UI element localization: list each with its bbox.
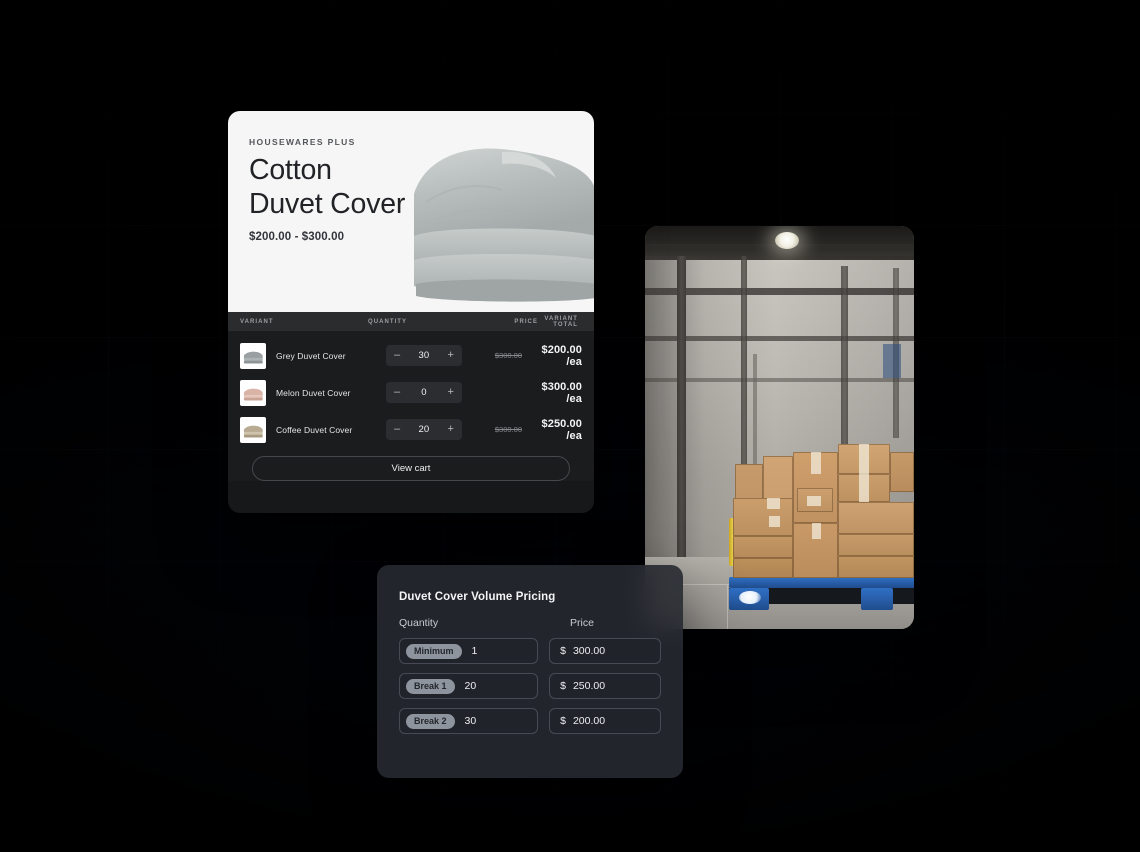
column-header-price: PRICE [514, 318, 538, 325]
price-field[interactable]: $ 200.00 [549, 708, 661, 734]
box-tape [767, 498, 780, 509]
currency-symbol: $ [560, 715, 566, 727]
increment-button[interactable]: + [448, 350, 454, 361]
increment-button[interactable]: + [448, 424, 454, 435]
product-card: HOUSEWARES PLUS Cotton Duvet Cover $200.… [228, 111, 594, 513]
price-value[interactable]: 300.00 [573, 645, 605, 657]
variant-table-header: VARIANT QUANTITY PRICE VARIANT TOTAL [228, 312, 594, 331]
duvet-thumbnail-icon [243, 351, 263, 363]
variant-thumbnail [240, 342, 266, 369]
volume-pricing-column-headers: Quantity Price [399, 617, 661, 629]
box [733, 558, 793, 578]
currency-symbol: $ [560, 680, 566, 692]
quantity-value[interactable]: 0 [421, 387, 426, 398]
variant-table-body: Grey Duvet Cover – 30 + $300.00 $200.00 … [228, 331, 594, 481]
product-title-line-2: Duvet Cover [249, 187, 406, 220]
volume-tier-row: Break 2 30 $ 200.00 [399, 708, 661, 734]
box-tape [769, 516, 780, 527]
quantity-field[interactable]: Break 1 20 [399, 673, 539, 699]
floor-seam-2 [727, 585, 728, 629]
tier-badge: Minimum [406, 643, 462, 659]
box-tape [859, 474, 869, 502]
variant-thumbnail [240, 379, 266, 406]
quantity-stepper[interactable]: – 20 + [386, 419, 462, 440]
box [838, 534, 914, 556]
currency-symbol: $ [560, 645, 566, 657]
compare-at-price: $300.00 [494, 425, 522, 434]
quantity-stepper[interactable]: – 30 + [386, 345, 462, 366]
box-tape [859, 444, 869, 474]
column-header-quantity: QUANTITY [368, 318, 408, 325]
ceiling-lamp-icon [775, 232, 799, 249]
pallet-top [729, 577, 914, 588]
box [838, 502, 914, 534]
price-field[interactable]: $ 250.00 [549, 673, 661, 699]
compare-at-price: $300.00 [494, 351, 522, 360]
quantity-value[interactable]: 30 [465, 715, 477, 727]
decrement-button[interactable]: – [394, 350, 400, 361]
price-value[interactable]: 200.00 [573, 715, 605, 727]
variant-unit-price: $200.00 /ea [541, 343, 582, 368]
warehouse-photo-card [645, 226, 914, 629]
box [838, 556, 914, 578]
view-cart-button[interactable]: View cart [252, 456, 570, 481]
quantity-stepper[interactable]: – 0 + [386, 382, 462, 403]
column-header-price: Price [570, 617, 594, 629]
quantity-field[interactable]: Minimum 1 [399, 638, 539, 664]
box [733, 498, 793, 536]
volume-pricing-panel: Duvet Cover Volume Pricing Quantity Pric… [377, 565, 683, 778]
box-tape [811, 452, 821, 474]
warehouse-signage [883, 344, 901, 378]
table-row: Grey Duvet Cover – 30 + $300.00 $200.00 … [240, 337, 582, 374]
quantity-value[interactable]: 20 [419, 424, 430, 435]
variant-name: Grey Duvet Cover [276, 350, 346, 361]
tier-badge: Break 2 [406, 713, 455, 729]
quantity-field[interactable]: Break 2 30 [399, 708, 539, 734]
variant-name: Melon Duvet Cover [276, 387, 351, 398]
duvet-hero-image [414, 148, 594, 302]
box-tape [812, 523, 821, 539]
product-title-line-1: Cotton [249, 154, 332, 186]
box [733, 536, 793, 558]
box [890, 452, 914, 492]
tier-badge: Break 1 [406, 678, 455, 694]
box-tape [807, 496, 821, 506]
table-row: Melon Duvet Cover – 0 + $300.00 /ea [240, 374, 582, 411]
duvet-thumbnail-icon [243, 425, 263, 437]
table-row: Coffee Duvet Cover – 20 + $300.00 $250.0… [240, 411, 582, 448]
duvet-thumbnail-icon [243, 388, 263, 400]
variant-unit-price: $250.00 /ea [541, 417, 582, 442]
increment-button[interactable]: + [448, 387, 454, 398]
variant-unit-price: $300.00 /ea [541, 380, 582, 405]
variant-name: Coffee Duvet Cover [276, 424, 353, 435]
pallet-foot-right [861, 588, 893, 610]
volume-pricing-title: Duvet Cover Volume Pricing [399, 591, 556, 603]
quantity-value[interactable]: 30 [419, 350, 430, 361]
decrement-button[interactable]: – [394, 387, 400, 398]
column-header-variant: VARIANT [240, 318, 274, 325]
scene: HOUSEWARES PLUS Cotton Duvet Cover $200.… [0, 0, 1140, 852]
price-field[interactable]: $ 300.00 [549, 638, 661, 664]
variant-thumbnail [240, 416, 266, 443]
volume-tier-row: Minimum 1 $ 300.00 [399, 638, 661, 664]
product-hero: HOUSEWARES PLUS Cotton Duvet Cover $200.… [228, 111, 594, 312]
column-header-variant-total: VARIANT TOTAL [544, 315, 578, 328]
quantity-value[interactable]: 1 [472, 645, 478, 657]
pallet-logo-icon [739, 591, 761, 604]
column-header-quantity: Quantity [399, 617, 439, 629]
quantity-value[interactable]: 20 [465, 680, 477, 692]
decrement-button[interactable]: – [394, 424, 400, 435]
price-value[interactable]: 250.00 [573, 680, 605, 692]
volume-tier-row: Break 1 20 $ 250.00 [399, 673, 661, 699]
